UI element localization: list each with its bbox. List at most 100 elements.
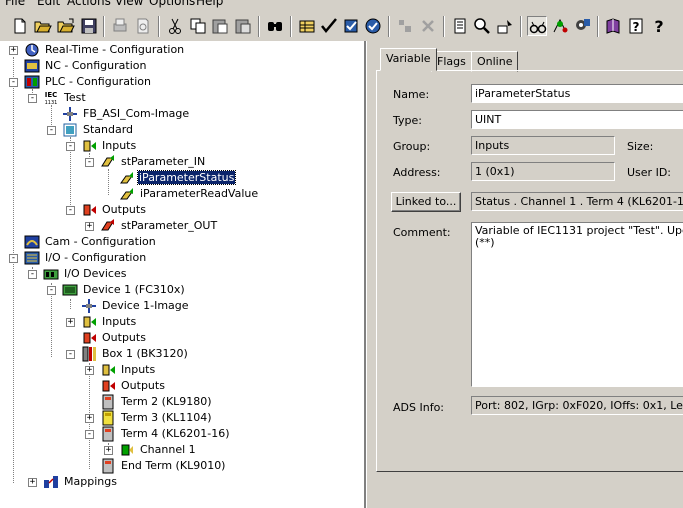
expand-toggle[interactable]: -	[66, 206, 75, 215]
expand-toggle[interactable]: -	[28, 94, 37, 103]
activate-configuration-icon[interactable]	[341, 16, 361, 36]
configuration-tree[interactable]: + Real-Time - Configuration NC - Configu…	[0, 41, 366, 508]
menu-edit[interactable]: Edit	[37, 0, 60, 8]
device-icon	[62, 282, 78, 298]
tree-node-io[interactable]: - I/O - Configuration	[0, 250, 364, 266]
type-field[interactable]: UINT	[471, 110, 683, 129]
tree-node-cam[interactable]: Cam - Configuration	[0, 234, 364, 250]
open-folder-2-icon[interactable]	[56, 16, 76, 36]
expand-toggle[interactable]: +	[85, 222, 94, 231]
context-help-icon[interactable]: ?	[649, 16, 669, 36]
tree-node-stparameter-out[interactable]: + stParameter_OUT	[0, 218, 364, 234]
free-run-icon[interactable]	[550, 16, 570, 36]
online-view-icon[interactable]	[527, 16, 547, 36]
tree-node-channel1[interactable]: + Channel 1	[0, 442, 364, 458]
expand-toggle[interactable]: -	[66, 350, 75, 359]
plc-icon	[24, 74, 40, 90]
mappings-icon	[43, 474, 59, 490]
tree-node-term3[interactable]: + Term 3 (KL1104)	[0, 410, 364, 426]
tab-variable[interactable]: Variable	[380, 48, 437, 71]
paste-special-icon[interactable]	[233, 16, 253, 36]
tree-node-standard[interactable]: - Standard	[0, 122, 364, 138]
tree-node-term2[interactable]: Term 2 (KL9180)	[0, 394, 364, 410]
name-field[interactable]: iParameterStatus	[471, 84, 683, 103]
realtime-icon	[24, 42, 40, 58]
expand-toggle[interactable]: -	[9, 254, 18, 263]
tree-node-label: Mappings	[64, 475, 117, 488]
new-file-icon[interactable]	[10, 16, 30, 36]
linked-to-button[interactable]: Linked to...	[391, 192, 461, 212]
tab-online[interactable]: Online	[471, 51, 519, 72]
expand-toggle[interactable]: +	[85, 414, 94, 423]
tree-node-label: Outputs	[102, 331, 146, 344]
tree-node-mappings[interactable]: + Mappings	[0, 474, 364, 490]
tree-node-iparameterreadvalue[interactable]: iParameterReadValue	[0, 186, 364, 202]
tree-node-fb-asi-image[interactable]: FB_ASI_Com-Image	[0, 106, 364, 122]
expand-toggle[interactable]: -	[85, 158, 94, 167]
help-book-icon[interactable]	[603, 16, 623, 36]
tree-node-label: Box 1 (BK3120)	[102, 347, 188, 360]
scan-devices-icon[interactable]	[495, 16, 515, 36]
tree-node-box1[interactable]: - Box 1 (BK3120)	[0, 346, 364, 362]
tree-node-test[interactable]: - IEC 1131 Test	[0, 90, 364, 106]
menu-file[interactable]: File	[5, 0, 25, 8]
tree-node-device1-image[interactable]: Device 1-Image	[0, 298, 364, 314]
menu-help[interactable]: Help	[196, 0, 223, 8]
help-question-icon[interactable]: ?	[626, 16, 646, 36]
menu-options[interactable]: Options	[149, 0, 195, 8]
expand-toggle[interactable]: -	[28, 270, 37, 279]
save-icon[interactable]	[79, 16, 99, 36]
tab-flags[interactable]: Flags	[431, 51, 472, 72]
restart-icon[interactable]	[363, 16, 383, 36]
tree-node-end-term[interactable]: End Term (KL9010)	[0, 458, 364, 474]
comment-field[interactable]: Variable of IEC1131 project "Test". Upda…	[471, 222, 683, 387]
tree-node-iparameterstatus[interactable]: iParameterStatus	[0, 170, 364, 186]
paste-icon[interactable]	[210, 16, 230, 36]
search-icon[interactable]	[472, 16, 492, 36]
generate-mappings-icon[interactable]	[297, 16, 317, 36]
delete-device-icon[interactable]	[418, 16, 438, 36]
expand-toggle[interactable]: +	[66, 318, 75, 327]
tree-node-inputs[interactable]: - Inputs	[0, 138, 364, 154]
nc-icon	[24, 58, 40, 74]
tree-node-device1[interactable]: - Device 1 (FC310x)	[0, 282, 364, 298]
tree-node-nc[interactable]: NC - Configuration	[0, 58, 364, 74]
properties-icon[interactable]	[450, 16, 470, 36]
expand-toggle[interactable]: +	[28, 478, 37, 487]
add-device-icon[interactable]	[395, 16, 415, 36]
menu-actions[interactable]: Actions	[67, 0, 111, 8]
expand-toggle[interactable]: +	[104, 446, 113, 455]
tree-node-box-outputs[interactable]: Outputs	[0, 378, 364, 394]
tree-node-outputs[interactable]: - Outputs	[0, 202, 364, 218]
find-icon[interactable]	[265, 16, 285, 36]
expand-toggle[interactable]: +	[9, 46, 18, 55]
show-online-icon[interactable]	[572, 16, 592, 36]
expand-toggle[interactable]: -	[47, 286, 56, 295]
tree-node-box-inputs[interactable]: + Inputs	[0, 362, 364, 378]
tree-node-device-inputs[interactable]: + Inputs	[0, 314, 364, 330]
tree-node-term4[interactable]: - Term 4 (KL6201-16)	[0, 426, 364, 442]
tree-node-plc[interactable]: - PLC - Configuration	[0, 74, 364, 90]
menu-view[interactable]: View	[115, 0, 143, 8]
open-folder-icon[interactable]	[33, 16, 53, 36]
outputs-icon	[81, 330, 97, 346]
expand-toggle[interactable]: -	[66, 142, 75, 151]
tree-node-label: NC - Configuration	[45, 59, 147, 72]
tree-node-realtime[interactable]: + Real-Time - Configuration	[0, 42, 364, 58]
expand-toggle[interactable]: -	[47, 126, 56, 135]
toolbar-separator	[597, 16, 599, 37]
toolbar: ? ?	[0, 12, 683, 42]
tree-node-io-devices[interactable]: - I/O Devices	[0, 266, 364, 282]
print-preview-icon[interactable]	[133, 16, 153, 36]
tree-node-device-outputs[interactable]: Outputs	[0, 330, 364, 346]
expand-toggle[interactable]: -	[85, 430, 94, 439]
check-configuration-icon[interactable]	[319, 16, 339, 36]
tree-node-label: Term 3 (KL1104)	[121, 411, 212, 424]
copy-icon[interactable]	[188, 16, 208, 36]
comment-line-2: (**)	[475, 236, 495, 249]
expand-toggle[interactable]: -	[9, 78, 18, 87]
print-icon[interactable]	[110, 16, 130, 36]
expand-toggle[interactable]: +	[85, 366, 94, 375]
tree-node-stparameter-in[interactable]: - stParameter_IN	[0, 154, 364, 170]
cut-icon[interactable]	[165, 16, 185, 36]
